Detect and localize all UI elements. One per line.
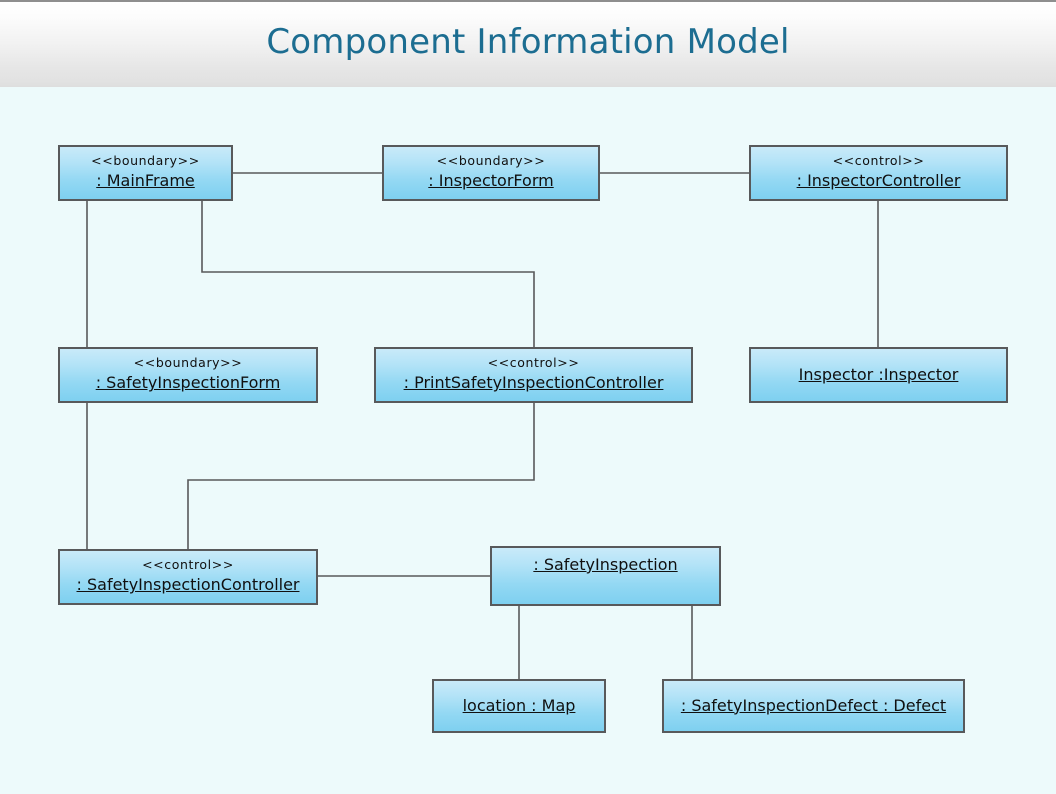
uml-object-inspector[interactable]: Inspector :Inspector	[749, 347, 1008, 403]
uml-object-inspector-controller[interactable]: <<control>> : InspectorController	[749, 145, 1008, 201]
instance-name-label: : PrintSafetyInspectionController	[403, 373, 664, 393]
uml-object-safety-inspection-form[interactable]: <<boundary>> : SafetyInspectionForm	[58, 347, 318, 403]
connector-mainframe-to-print-controller	[201, 201, 535, 347]
instance-name-label: location : Map	[462, 695, 576, 715]
instance-name-label: : MainFrame	[96, 171, 195, 191]
stereotype-label: <<boundary>>	[91, 153, 200, 169]
uml-object-safety-inspection[interactable]: : SafetyInspection	[490, 546, 721, 606]
instance-name-label: Inspector :Inspector	[798, 364, 959, 384]
uml-object-mainframe[interactable]: <<boundary>> : MainFrame	[58, 145, 233, 201]
diagram-canvas: <<boundary>> : MainFrame <<boundary>> : Ins…	[0, 87, 1056, 794]
instance-name-label: : InspectorController	[796, 171, 961, 191]
instance-name-label: : SafetyInspectionForm	[95, 373, 281, 393]
page-title: Component Information Model	[266, 22, 790, 62]
title-bar: Component Information Model	[0, 0, 1056, 87]
instance-name-label: : SafetyInspection	[533, 555, 678, 574]
uml-object-location-map[interactable]: location : Map	[432, 679, 606, 733]
connector-print-controller-to-safety-controller	[187, 403, 535, 549]
uml-object-safety-inspection-controller[interactable]: <<control>> : SafetyInspectionController	[58, 549, 318, 605]
stereotype-label: <<control>>	[832, 153, 925, 169]
instance-name-label: : SafetyInspectionDefect : Defect	[680, 695, 947, 715]
stereotype-label: <<boundary>>	[436, 153, 546, 169]
uml-object-inspector-form[interactable]: <<boundary>> : InspectorForm	[382, 145, 600, 201]
uml-object-print-safety-inspection-controller[interactable]: <<control>> : PrintSafetyInspectionContro…	[374, 347, 693, 403]
instance-name-label: : InspectorForm	[428, 171, 554, 191]
stereotype-label: <<control>>	[142, 557, 234, 573]
stereotype-label: <<control>>	[487, 355, 580, 371]
instance-name-label: : SafetyInspectionController	[76, 575, 300, 595]
diagram-page: Component Information Model <<boundary>>…	[0, 0, 1056, 794]
stereotype-label: <<boundary>>	[133, 355, 243, 371]
uml-object-safety-inspection-defect[interactable]: : SafetyInspectionDefect : Defect	[662, 679, 965, 733]
